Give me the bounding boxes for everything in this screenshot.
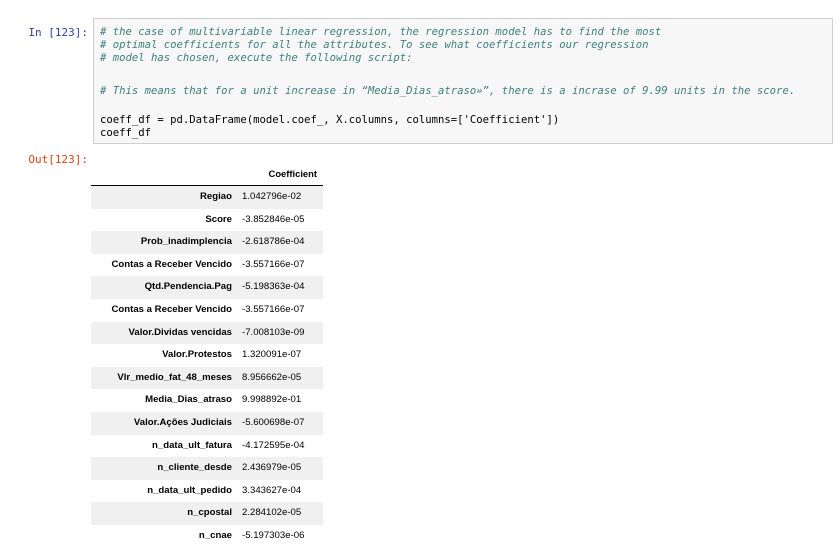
row-index-label: Prob_inadimplencia: [140, 236, 232, 248]
row-coefficient-value: -3.852846e-05: [242, 213, 305, 225]
row-index-label: n_cpostal: [187, 507, 232, 519]
code-line-7: coeff_df = pd.DataFrame(model.coef_, X.c…: [100, 114, 560, 126]
row-index-label: Contas a Receber Vencido: [111, 304, 233, 315]
table-row: n_data_ult_pedido 3.343627e-04: [91, 480, 323, 503]
column-header-coefficient: Coefficient: [268, 168, 317, 179]
code-line-5: # This means that for a unit increase in…: [100, 85, 796, 97]
row-index-label: n_cnae: [198, 530, 232, 541]
input-cell[interactable]: In [123]: # the case of multivariable li…: [0, 18, 840, 146]
row-coefficient-value: 1.320091e-07: [242, 349, 302, 361]
row-index-label: Qtd.Pendencia.Pag: [144, 281, 232, 293]
input-prompt: In [123]:: [28, 26, 88, 39]
code-line-1: # the case of multivariable linear regre…: [100, 26, 662, 38]
code-line-3: # model has chosen, execute the followin…: [100, 52, 413, 64]
row-index-label: Regiao: [200, 191, 232, 202]
row-index-label: Score: [205, 213, 232, 225]
table-row: n_data_ult_fatura -4.172595e-04: [91, 435, 323, 458]
row-index-label: Valor.Protestos: [162, 349, 232, 361]
table-row: n_cliente_desde 2.436979e-05: [91, 457, 323, 480]
row-coefficient-value: -5.197303e-06: [242, 530, 305, 541]
table-row: Score -3.852846e-05: [91, 209, 323, 232]
row-index-label: n_cliente_desde: [157, 462, 232, 474]
table-row: Valor.Dividas vencidas -7.008103e-09: [91, 321, 323, 345]
row-coefficient-value: -5.198363e-04: [242, 281, 305, 293]
row-index-label: n_data_ult_fatura: [152, 439, 232, 451]
table-row: Vlr_medio_fat_48_meses 8.956662e-05: [91, 366, 323, 390]
row-coefficient-value: 9.998892e-01: [242, 394, 302, 406]
table-row: Media_Dias_atraso 9.998892e-01: [91, 389, 323, 412]
row-index-label: Contas a Receber Vencido: [111, 258, 233, 270]
row-index-label: Valor.Ações Judiciais: [133, 417, 232, 428]
table-row: Regiao 1.042796e-02: [91, 186, 323, 209]
table-row: Qtd.Pendencia.Pag -5.198363e-04: [91, 276, 323, 299]
row-coefficient-value: -7.008103e-09: [242, 326, 305, 338]
row-coefficient-value: -5.600698e-07: [242, 417, 305, 428]
table-row: n_cpostal 2.284102e-05: [91, 502, 323, 525]
row-index-label: Vlr_medio_fat_48_meses: [117, 371, 232, 383]
row-coefficient-value: -3.557166e-07: [242, 304, 305, 315]
output-prompt: Out[123]:: [28, 153, 88, 166]
table-header: Coefficient: [91, 163, 323, 186]
row-coefficient-value: 2.284102e-05: [242, 507, 302, 519]
row-coefficient-value: 8.956662e-05: [242, 371, 302, 383]
row-coefficient-value: -2.618786e-04: [242, 236, 305, 248]
row-coefficient-value: -4.172595e-04: [242, 439, 305, 451]
table-row: Prob_inadimplencia -2.618786e-04: [91, 231, 323, 254]
table-row: Valor.Protestos 1.320091e-07: [91, 344, 323, 367]
row-index-label: Valor.Dividas vencidas: [128, 326, 232, 338]
row-index-label: Media_Dias_atraso: [145, 394, 232, 406]
row-coefficient-value: -3.557166e-07: [242, 258, 305, 270]
row-index-label: n_data_ult_pedido: [147, 484, 232, 496]
row-coefficient-value: 2.436979e-05: [242, 462, 302, 474]
code-line-8: coeff_df: [100, 127, 152, 139]
table-row: Contas a Receber Vencido -3.557166e-07: [91, 299, 323, 322]
code-editor[interactable]: # the case of multivariable linear regre…: [93, 18, 833, 144]
row-coefficient-value: 3.343627e-04: [242, 484, 302, 496]
code-line-2: # optimal coefficients for all the attri…: [100, 39, 649, 51]
table-row: n_cnae -5.197303e-06: [91, 525, 323, 548]
row-coefficient-value: 1.042796e-02: [242, 191, 302, 202]
table-row: Valor.Ações Judiciais -5.600698e-07: [91, 412, 323, 435]
table-row: Contas a Receber Vencido -3.557166e-07: [91, 254, 323, 277]
